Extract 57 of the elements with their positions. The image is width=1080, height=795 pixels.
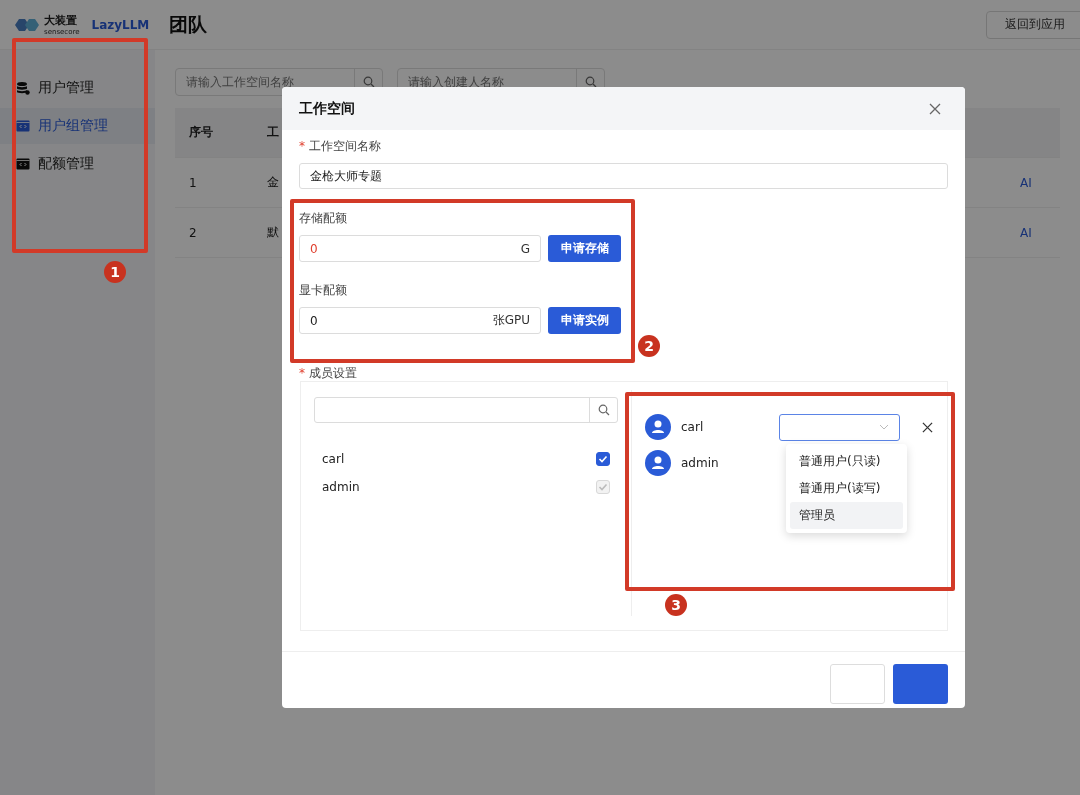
name-input[interactable]: 金枪大师专题 <box>299 163 948 189</box>
column-header: 工 <box>267 124 279 141</box>
member-name: admin <box>681 456 719 470</box>
search-input[interactable]: 请输入工作空间名称 <box>176 69 354 95</box>
quota-value: 0 <box>310 313 318 328</box>
remove-icon[interactable] <box>922 421 933 433</box>
sidebar-item[interactable]: 用户组管理 <box>0 108 155 144</box>
required-mark: * <box>299 366 305 380</box>
quota-field[interactable]: 0 张GPU <box>299 307 541 334</box>
field-label: 成员设置 <box>309 366 357 380</box>
code-window-icon <box>16 119 30 133</box>
table-cell: 1 <box>189 175 197 190</box>
avatar-icon <box>645 414 671 440</box>
check-icon <box>598 482 608 492</box>
search-field[interactable] <box>314 397 618 423</box>
sidebar-item[interactable]: 配额管理 <box>0 146 155 182</box>
dialog-title: 工作空间 <box>299 99 355 118</box>
search-icon <box>597 404 610 416</box>
product-name: LazyLLM <box>91 17 150 32</box>
avatar-icon <box>645 450 671 476</box>
database-icon <box>16 81 30 95</box>
confirm-button[interactable] <box>893 664 948 704</box>
field-label: 显卡配额 <box>299 283 347 297</box>
unit-label: 张GPU <box>492 312 530 329</box>
apply-button[interactable]: 申请存储 <box>548 235 621 262</box>
chevron-down-icon <box>879 424 889 430</box>
menu-option[interactable]: 管理员 <box>790 502 903 529</box>
quota-value: 0 <box>310 241 318 256</box>
logo-icon <box>14 17 40 32</box>
cancel-button[interactable] <box>830 664 885 704</box>
code-window-icon <box>16 157 30 171</box>
table-cell: 金 <box>267 174 279 191</box>
close-icon[interactable] <box>929 102 941 115</box>
search-input[interactable]: 请输入创建人名称 <box>398 69 576 95</box>
column-header: 序号 <box>189 124 213 141</box>
role-select[interactable] <box>779 413 900 441</box>
check-icon <box>598 454 608 464</box>
back-button[interactable]: 返回到应用 <box>986 10 1080 39</box>
table-cell: 2 <box>189 225 197 240</box>
action-link[interactable]: AI <box>1020 175 1032 190</box>
quota-field[interactable]: 0 G <box>299 235 541 262</box>
action-link[interactable]: AI <box>1020 225 1032 240</box>
checkbox[interactable] <box>596 452 610 466</box>
required-mark: * <box>299 139 305 153</box>
user-name: admin <box>322 480 360 494</box>
sidebar-item[interactable]: 用户管理 <box>0 70 155 106</box>
field-label: 工作空间名称 <box>309 139 381 153</box>
apply-button[interactable]: 申请实例 <box>548 307 621 334</box>
field-label: 存储配额 <box>299 211 347 225</box>
logo-text: 大装置 <box>44 13 78 28</box>
search-icon <box>362 76 375 88</box>
unit-label: G <box>520 241 530 256</box>
user-name: carl <box>322 452 345 466</box>
table-cell: 默 <box>267 224 279 241</box>
search-icon <box>584 76 597 88</box>
page-title: 团队 <box>169 11 208 37</box>
member-name: carl <box>681 420 704 434</box>
